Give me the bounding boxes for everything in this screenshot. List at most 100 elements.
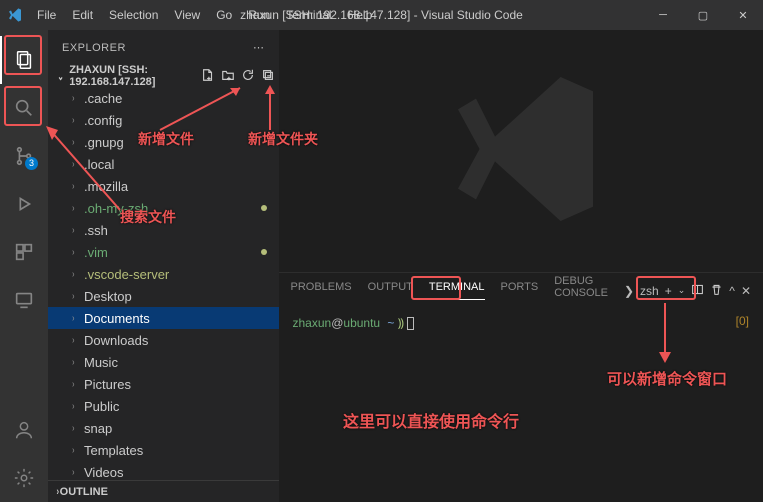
- chevron-right-icon: ›: [72, 401, 82, 412]
- menu-edit[interactable]: Edit: [65, 4, 100, 26]
- tree-item-label: Desktop: [84, 289, 132, 304]
- tree-item-label: Templates: [84, 443, 143, 458]
- menu-help[interactable]: Help: [341, 4, 380, 26]
- tree-item-label: .cache: [84, 91, 122, 106]
- outline-section[interactable]: › OUTLINE: [48, 480, 279, 502]
- chevron-down-icon: ⌄: [57, 70, 63, 83]
- title-bar: File Edit Selection View Go Run Terminal…: [0, 0, 763, 30]
- split-terminal-icon[interactable]: [691, 283, 704, 299]
- activity-remote[interactable]: [0, 276, 48, 324]
- tab-terminal[interactable]: TERMINAL: [429, 281, 485, 300]
- tree-item-vscode-server[interactable]: ›.vscode-server: [48, 263, 279, 285]
- chevron-right-icon: ›: [72, 159, 82, 170]
- window-controls: ─ ▢ ✕: [643, 0, 763, 30]
- file-tree: ›.cache›.config›.gnupg›.local›.mozilla›.…: [48, 87, 279, 480]
- tree-item-Desktop[interactable]: ›Desktop: [48, 285, 279, 307]
- tree-item-label: .gnupg: [84, 135, 124, 150]
- tree-item-vim[interactable]: ›.vim: [48, 241, 279, 263]
- maximize-button[interactable]: ▢: [683, 0, 723, 30]
- collapse-all-icon[interactable]: [261, 68, 275, 85]
- menu-view[interactable]: View: [167, 4, 207, 26]
- tree-item-Documents[interactable]: ›Documents: [48, 307, 279, 329]
- menu-terminal[interactable]: Terminal: [279, 4, 338, 26]
- new-folder-icon[interactable]: [221, 68, 235, 85]
- tree-item-mozilla[interactable]: ›.mozilla: [48, 175, 279, 197]
- explorer-more-icon[interactable]: ⋯: [253, 41, 265, 54]
- close-panel-icon[interactable]: ✕: [741, 284, 751, 298]
- activity-bar: 3: [0, 30, 48, 502]
- chevron-right-icon: ›: [72, 269, 82, 280]
- tree-item-Videos[interactable]: ›Videos: [48, 461, 279, 480]
- tab-debug-console[interactable]: DEBUG CONSOLE: [554, 275, 608, 306]
- menu-selection[interactable]: Selection: [102, 4, 165, 26]
- chevron-right-icon: ›: [57, 486, 60, 498]
- chevron-right-icon: ›: [72, 467, 82, 478]
- modified-dot-icon: [261, 205, 267, 211]
- tree-item-Pictures[interactable]: ›Pictures: [48, 373, 279, 395]
- tree-item-Public[interactable]: ›Public: [48, 395, 279, 417]
- activity-account[interactable]: [0, 406, 48, 454]
- chevron-right-icon: ›: [72, 445, 82, 456]
- activity-debug[interactable]: [0, 180, 48, 228]
- tree-item-label: .vim: [84, 245, 108, 260]
- explorer-sidebar: EXPLORER ⋯ ⌄ ZHAXUN [SSH: 192.168.147.12…: [48, 30, 279, 502]
- tree-item-config[interactable]: ›.config: [48, 109, 279, 131]
- tree-item-Templates[interactable]: ›Templates: [48, 439, 279, 461]
- activity-scm[interactable]: 3: [0, 132, 48, 180]
- close-button[interactable]: ✕: [723, 0, 763, 30]
- chevron-right-icon: ›: [72, 115, 82, 126]
- terminal-content[interactable]: zhaxun@ubuntu ~ ⸩ [0]: [279, 308, 763, 502]
- activity-extensions[interactable]: [0, 228, 48, 276]
- terminal-index: [0]: [736, 314, 749, 328]
- activity-explorer[interactable]: [0, 36, 48, 84]
- terminal-shell-label[interactable]: zsh: [640, 284, 659, 298]
- activity-search[interactable]: [0, 84, 48, 132]
- tree-item-label: snap: [84, 421, 112, 436]
- tree-item-label: .ssh: [84, 223, 108, 238]
- menu-go[interactable]: Go: [209, 4, 239, 26]
- tab-output[interactable]: OUTPUT: [368, 281, 413, 300]
- tab-problems[interactable]: PROBLEMS: [291, 281, 352, 300]
- chevron-right-icon: ›: [72, 93, 82, 104]
- tree-item-label: .local: [84, 157, 114, 172]
- chevron-right-icon: ›: [72, 335, 82, 346]
- tree-item-label: Downloads: [84, 333, 148, 348]
- menu-run[interactable]: Run: [241, 4, 277, 26]
- panel-tabs: PROBLEMS OUTPUT TERMINAL PORTS DEBUG CON…: [279, 273, 763, 308]
- minimize-button[interactable]: ─: [643, 0, 683, 30]
- activity-settings[interactable]: [0, 454, 48, 502]
- tree-item-ssh[interactable]: ›.ssh: [48, 219, 279, 241]
- chevron-right-icon: ›: [72, 137, 82, 148]
- chevron-right-icon: ›: [72, 291, 82, 302]
- new-file-icon[interactable]: [201, 68, 215, 85]
- editor-area: PROBLEMS OUTPUT TERMINAL PORTS DEBUG CON…: [279, 30, 763, 502]
- chevron-right-icon: ›: [72, 181, 82, 192]
- tree-item-label: .vscode-server: [84, 267, 169, 282]
- tree-item-cache[interactable]: ›.cache: [48, 87, 279, 109]
- workspace-name: ZHAXUN [SSH: 192.168.147.128]: [69, 64, 200, 88]
- tree-item-Downloads[interactable]: ›Downloads: [48, 329, 279, 351]
- refresh-icon[interactable]: [241, 68, 255, 85]
- tree-item-oh-my-zsh[interactable]: ›.oh-my-zsh: [48, 197, 279, 219]
- scm-badge: 3: [25, 157, 38, 170]
- terminal-split-dropdown-icon[interactable]: ⌄: [678, 285, 686, 296]
- terminal-shell-icon[interactable]: ❯: [624, 284, 634, 298]
- tree-item-snap[interactable]: ›snap: [48, 417, 279, 439]
- chevron-right-icon: ›: [72, 357, 82, 368]
- tree-item-local[interactable]: ›.local: [48, 153, 279, 175]
- explorer-heading: EXPLORER: [62, 42, 126, 54]
- tree-item-gnupg[interactable]: ›.gnupg: [48, 131, 279, 153]
- workspace-header[interactable]: ⌄ ZHAXUN [SSH: 192.168.147.128]: [48, 65, 279, 87]
- maximize-panel-icon[interactable]: ^: [729, 284, 735, 298]
- menu-file[interactable]: File: [30, 4, 63, 26]
- chevron-right-icon: ›: [72, 225, 82, 236]
- tab-ports[interactable]: PORTS: [501, 281, 539, 300]
- bottom-panel: PROBLEMS OUTPUT TERMINAL PORTS DEBUG CON…: [279, 272, 763, 502]
- chevron-right-icon: ›: [72, 247, 82, 258]
- new-terminal-button[interactable]: +: [665, 284, 672, 298]
- chevron-right-icon: ›: [72, 379, 82, 390]
- tree-item-label: Public: [84, 399, 119, 414]
- tree-item-Music[interactable]: ›Music: [48, 351, 279, 373]
- kill-terminal-icon[interactable]: [710, 283, 723, 299]
- chevron-right-icon: ›: [72, 313, 82, 324]
